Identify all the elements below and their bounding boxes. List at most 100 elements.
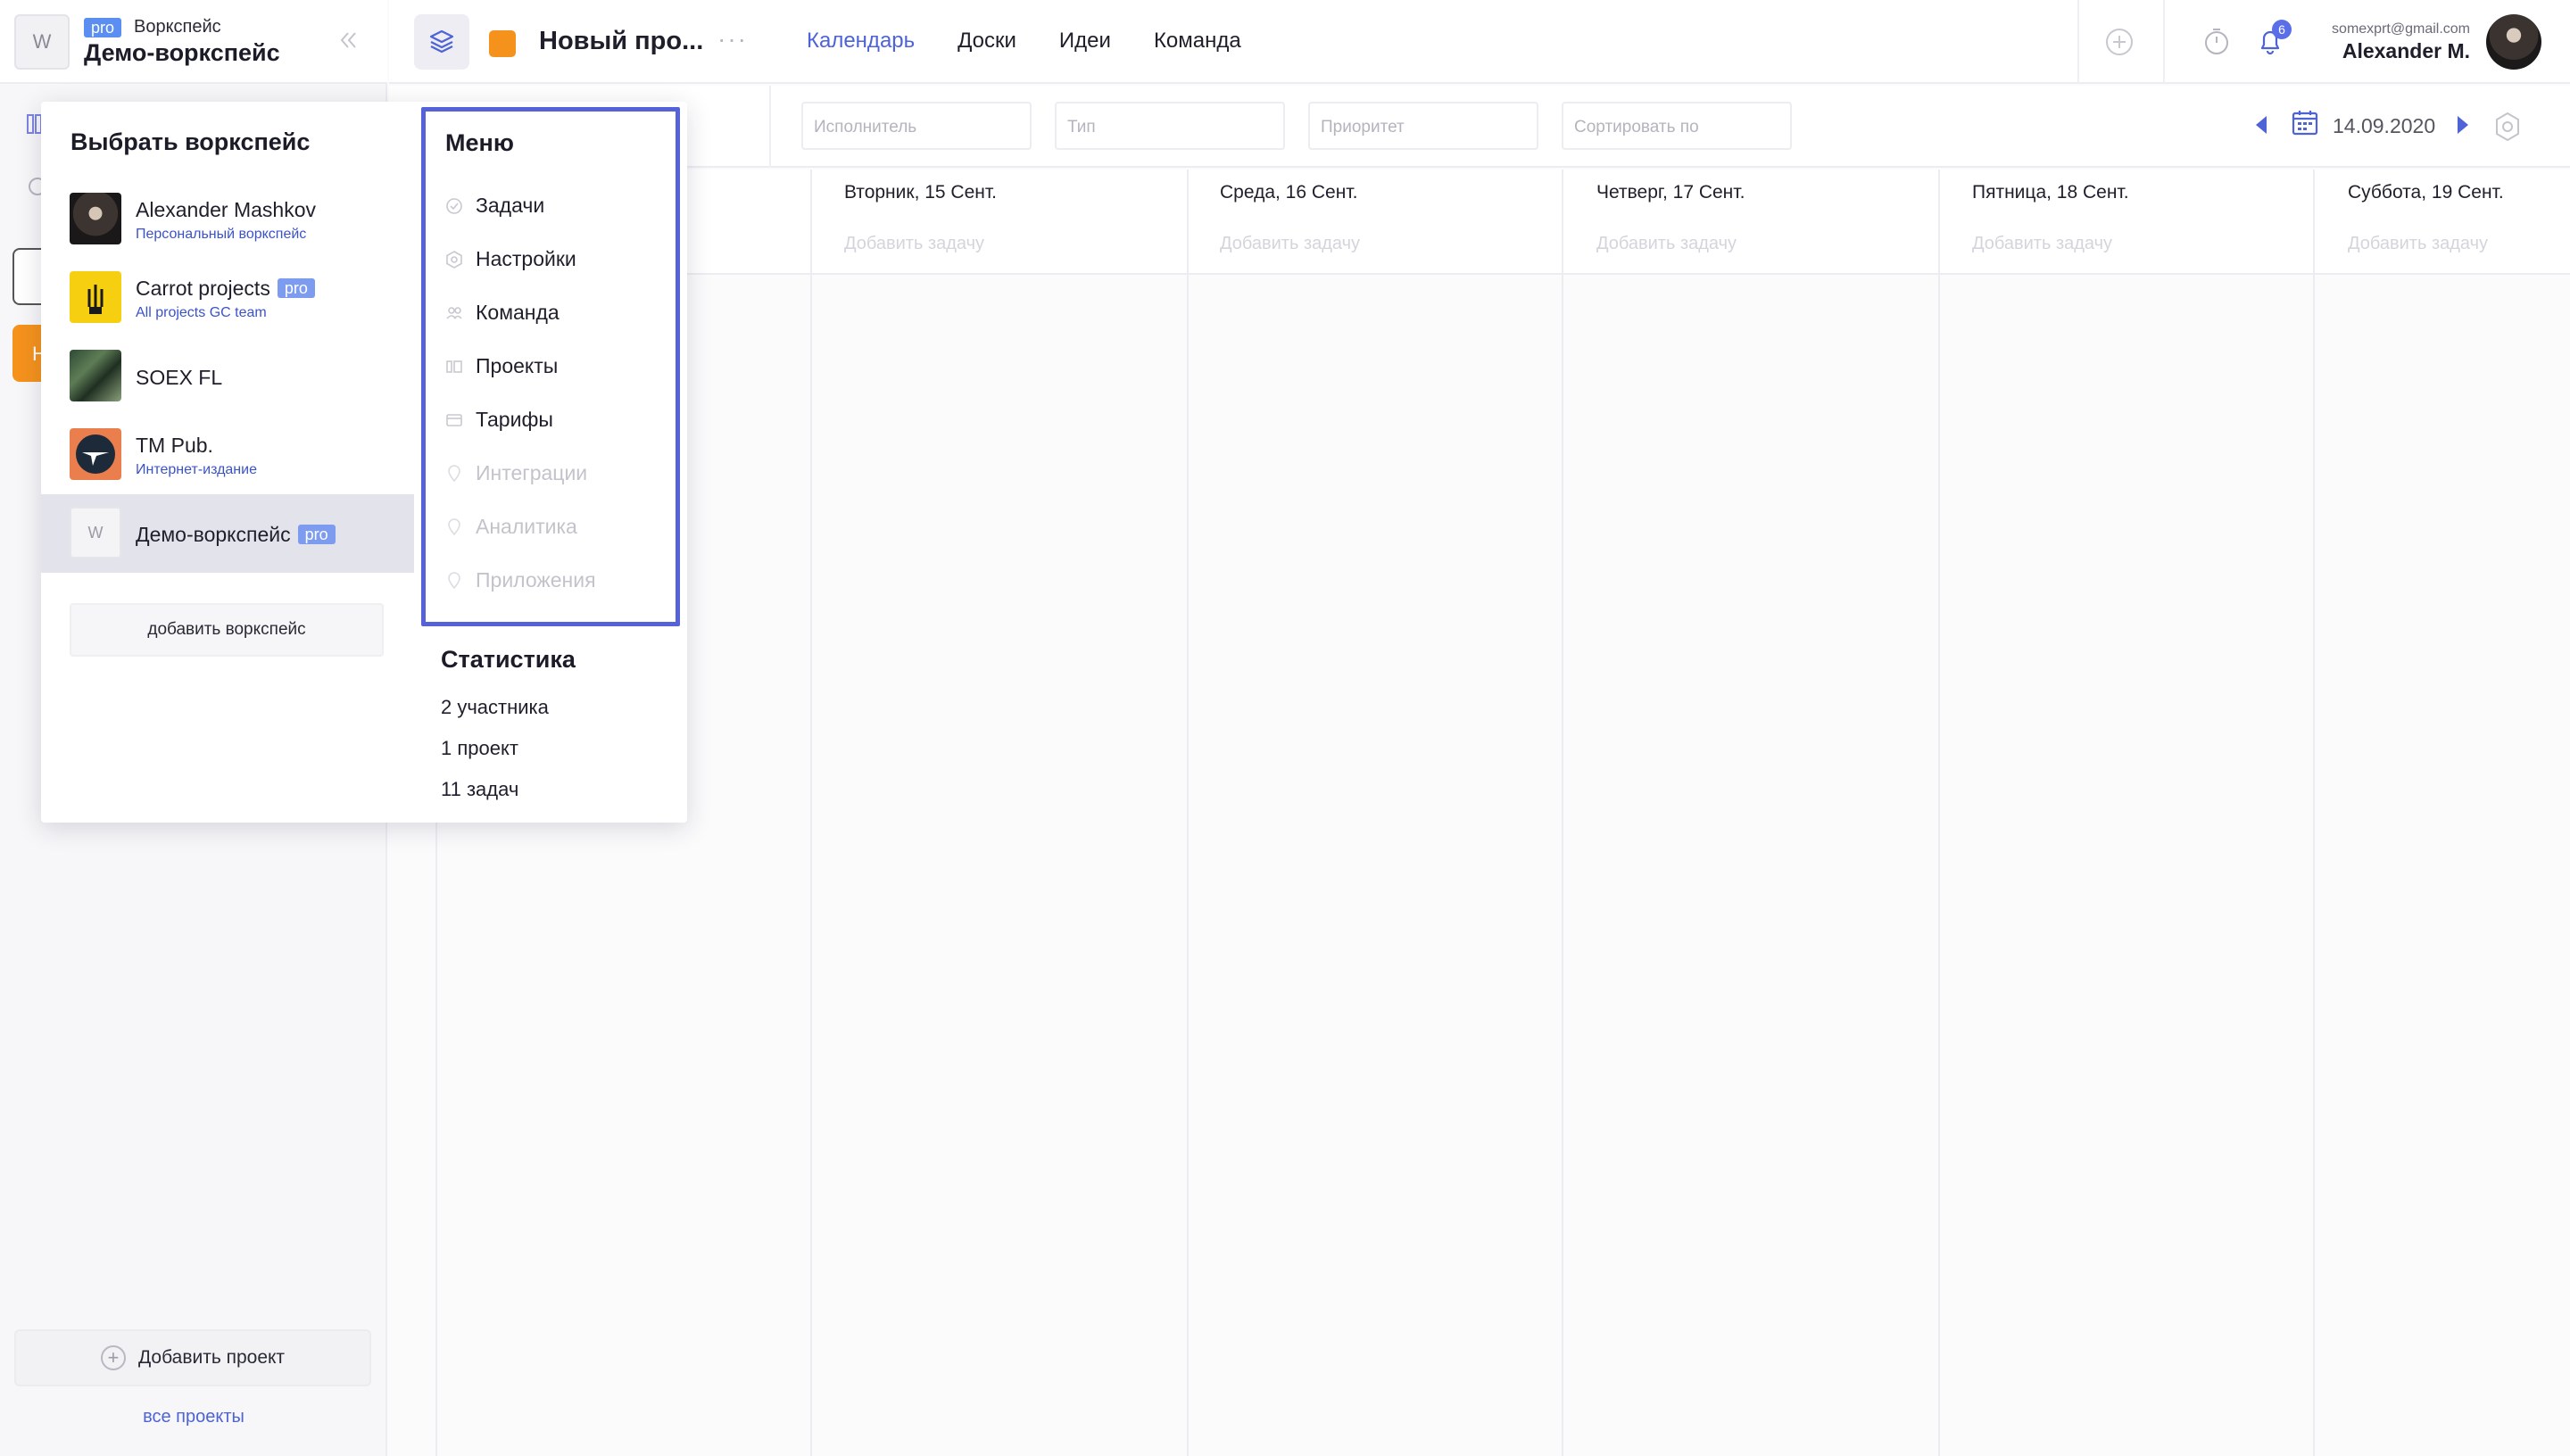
avatar (70, 350, 121, 401)
menu-item-apps: Приложения (445, 568, 596, 592)
stat-members: 2 участника (441, 696, 549, 718)
pin-icon (448, 517, 460, 535)
next-week-icon[interactable] (2458, 116, 2468, 134)
menu-item-tariffs[interactable]: Тарифы (445, 408, 553, 432)
all-projects-link[interactable]: все проекты (0, 1407, 387, 1427)
workspace-item-name: SOEX FL (136, 366, 223, 389)
column-divider (1187, 170, 1189, 1456)
project-color-swatch (489, 30, 516, 57)
type-filter[interactable]: Тип (1055, 102, 1285, 150)
workspace-item-name: Carrot projects pro (136, 277, 315, 301)
stat-tasks: 11 задач (441, 778, 519, 800)
add-project-button[interactable]: + Добавить проект (14, 1329, 371, 1386)
user-avatar[interactable] (2486, 14, 2541, 70)
divider (2077, 0, 2079, 84)
collapse-sidebar-icon[interactable] (336, 27, 362, 54)
tm-logo-icon (70, 428, 121, 480)
day-header: Пятница, 18 Сент. (1972, 182, 2129, 203)
menu-item-tasks[interactable]: Задачи (445, 194, 544, 218)
card-icon (446, 413, 462, 426)
team-icon (446, 306, 462, 319)
priority-filter[interactable]: Приоритет (1308, 102, 1538, 150)
column-divider (2313, 170, 2315, 1456)
workspace-item-subtitle: All projects GC team (136, 305, 267, 320)
add-workspace-button[interactable]: добавить воркспейс (70, 603, 384, 657)
panel-title: Выбрать воркспейс (70, 128, 311, 155)
more-options-icon[interactable]: ··· (717, 25, 748, 54)
plus-circle-icon: + (100, 1345, 126, 1370)
tab-boards[interactable]: Доски (958, 29, 1016, 54)
menu-item-integrations: Интеграции (445, 461, 587, 485)
menu-title: Меню (445, 129, 514, 156)
add-task-link[interactable]: Добавить задачу (1972, 234, 2112, 254)
avatar (70, 193, 121, 244)
calendar-icon[interactable] (2290, 107, 2320, 137)
workspace-item-name: Alexander Mashkov (136, 198, 316, 221)
menu-item-analytics: Аналитика (445, 515, 577, 539)
notification-badge: 6 (2272, 20, 2292, 39)
pin-icon (448, 571, 460, 589)
day-header: Четверг, 17 Сент. (1596, 182, 1745, 203)
user-name[interactable]: Alexander M. (2342, 39, 2470, 63)
check-circle-icon (446, 197, 462, 214)
tab-calendar[interactable]: Календарь (807, 29, 915, 54)
pro-badge: pro (277, 278, 315, 298)
projects-icon (446, 360, 462, 373)
timer-icon[interactable] (2201, 25, 2233, 57)
layers-icon (429, 29, 454, 54)
pin-icon (448, 464, 460, 482)
divider (769, 86, 771, 168)
hexagon-gear-icon (446, 250, 462, 269)
menu-item-settings[interactable]: Настройки (445, 247, 576, 271)
workspace-item-subtitle: Персональный воркспейс (136, 227, 307, 242)
calendar-header (389, 170, 2570, 275)
workspace-switcher-panel: Выбрать воркспейс Alexander Mashkov Перс… (41, 102, 687, 823)
menu-item-projects[interactable]: Проекты (445, 354, 558, 378)
workspace-item-selected[interactable]: W Демо-воркспейс pro (41, 494, 414, 573)
main-tabs: Календарь Доски Идеи Команда (807, 29, 1241, 54)
workspace-item[interactable]: SOEX FL (41, 337, 414, 416)
column-divider (810, 170, 812, 1456)
day-header: Суббота, 19 Сент. (2348, 182, 2504, 203)
workspace-item[interactable]: Alexander Mashkov Персональный воркспейс (41, 180, 414, 259)
prev-week-icon[interactable] (2256, 116, 2267, 134)
pro-badge: pro (297, 525, 336, 544)
add-project-label: Добавить проект (137, 1347, 286, 1368)
workspace-logo: W (70, 507, 121, 558)
add-task-link[interactable]: Добавить задачу (1596, 234, 1737, 254)
sort-filter[interactable]: Сортировать по (1562, 102, 1792, 150)
project-title[interactable]: Новый про... (539, 27, 703, 56)
workspace-label: Воркспейс (134, 17, 221, 37)
workspace-logo[interactable]: W (14, 14, 70, 70)
top-bar: Новый про... ··· Календарь Доски Идеи Ко… (389, 0, 2570, 84)
current-date[interactable]: 14.09.2020 (2333, 114, 2435, 138)
workspace-item-name: Демо-воркспейс pro (136, 523, 336, 547)
day-header: Вторник, 15 Сент. (844, 182, 997, 203)
gear-icon[interactable] (2491, 111, 2524, 143)
menu-section: Меню Задачи Настройки Команда Проекты Та… (421, 107, 680, 626)
layers-button[interactable] (414, 14, 469, 70)
add-task-link[interactable]: Добавить задачу (844, 234, 984, 254)
filter-bar: Исполнитель Тип Приоритет Сортировать по… (389, 86, 2570, 168)
stats-title: Статистика (441, 646, 576, 673)
workspace-item[interactable]: Carrot projects pro All projects GC team (41, 259, 414, 337)
menu-item-team[interactable]: Команда (445, 301, 560, 325)
workspace-item-name: TM Pub. (136, 434, 213, 457)
workspace-header[interactable]: W pro Воркспейс Демо-воркспейс (0, 0, 387, 84)
workspace-item[interactable]: TM Pub. Интернет-издание (41, 416, 414, 494)
carrot-logo-icon (70, 271, 121, 323)
workspace-item-subtitle: Интернет-издание (136, 462, 257, 477)
stat-projects: 1 проект (441, 737, 518, 759)
column-divider (1938, 170, 1940, 1456)
day-header: Среда, 16 Сент. (1220, 182, 1358, 203)
user-email: somexprt@gmail.com (2332, 21, 2470, 37)
pro-badge: pro (84, 18, 122, 37)
divider (2163, 0, 2165, 84)
assignee-filter[interactable]: Исполнитель (801, 102, 1032, 150)
tab-ideas[interactable]: Идеи (1059, 29, 1111, 54)
tab-team[interactable]: Команда (1154, 29, 1241, 54)
add-circle-icon[interactable] (2104, 27, 2135, 57)
workspace-name[interactable]: Демо-воркспейс (84, 39, 280, 67)
add-task-link[interactable]: Добавить задачу (2348, 234, 2488, 254)
add-task-link[interactable]: Добавить задачу (1220, 234, 1360, 254)
